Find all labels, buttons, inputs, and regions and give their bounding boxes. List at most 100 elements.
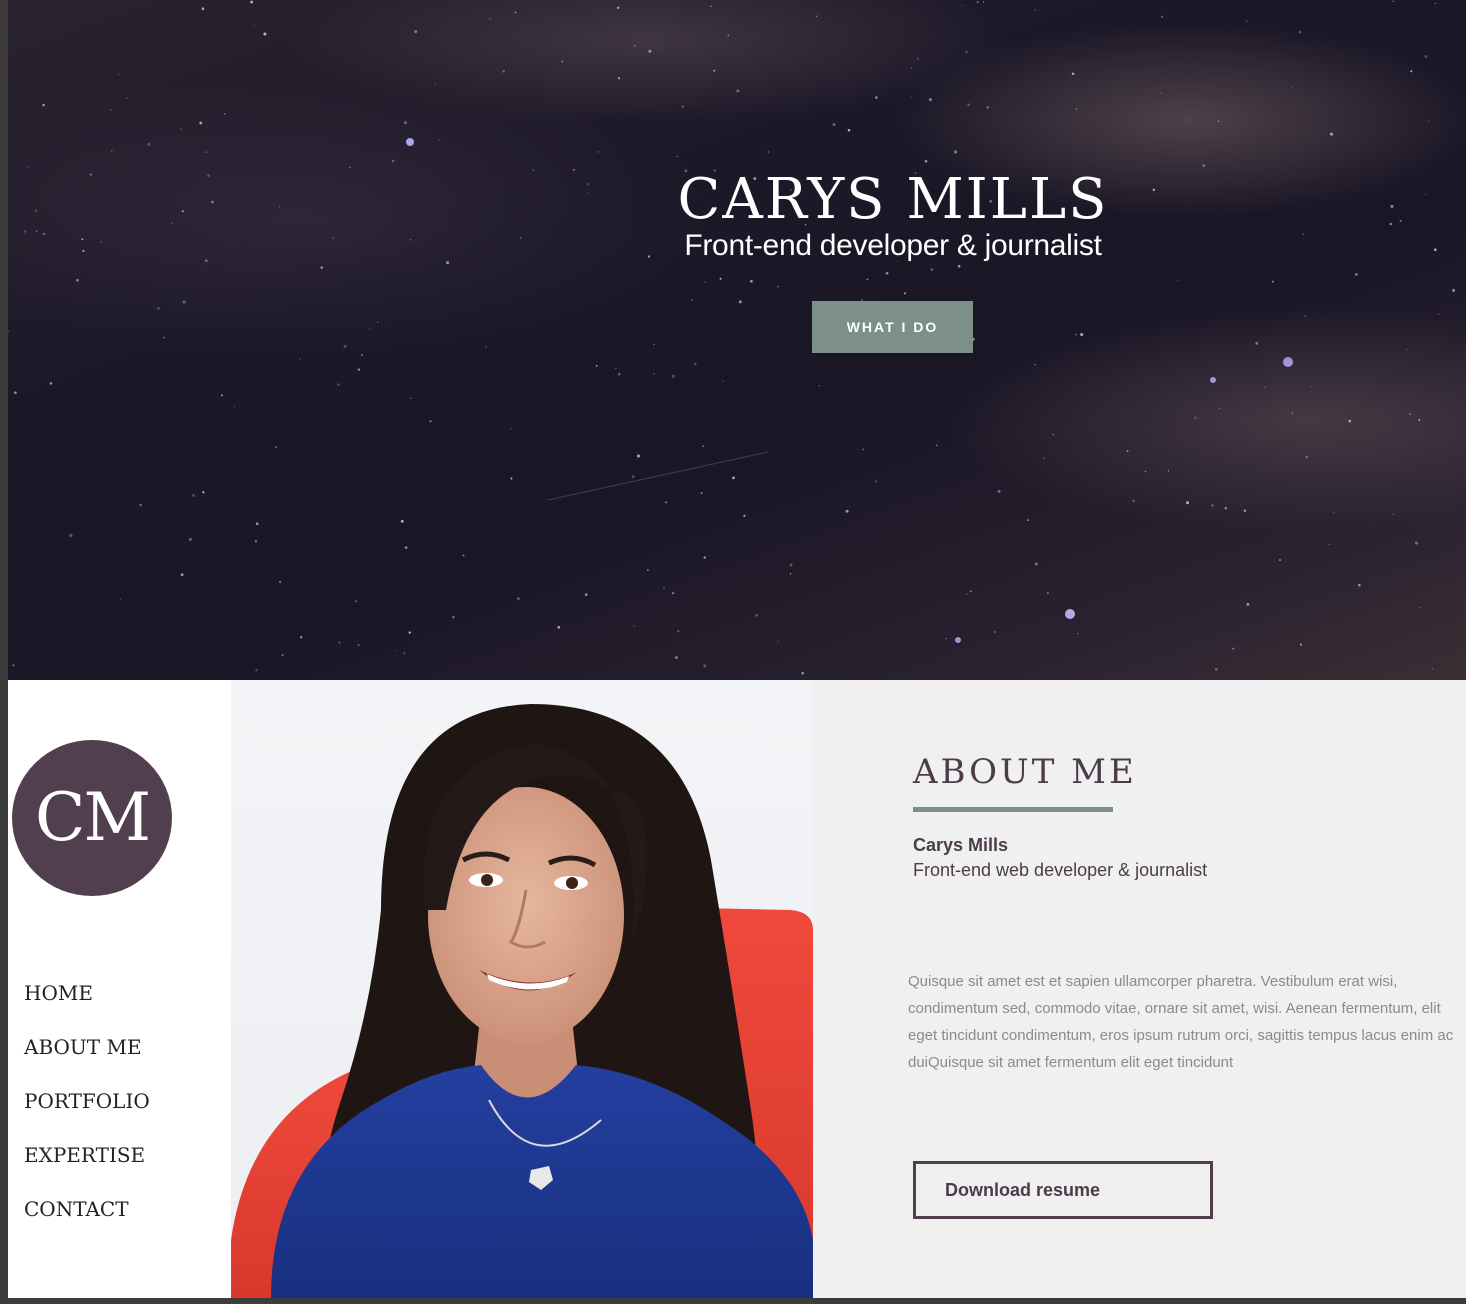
star — [703, 664, 707, 668]
star — [263, 32, 267, 36]
star — [681, 105, 684, 108]
star — [1202, 163, 1206, 168]
nav-link-about[interactable]: ABOUT ME — [24, 1035, 142, 1059]
star — [1434, 2, 1437, 5]
heading-underline — [913, 807, 1113, 812]
star — [789, 563, 793, 567]
star — [14, 391, 17, 395]
star — [1214, 668, 1218, 671]
star — [462, 554, 465, 557]
star — [1052, 433, 1055, 436]
logo-initials: CM — [34, 779, 151, 856]
star — [1224, 506, 1228, 510]
nav-link-contact[interactable]: CONTACT — [24, 1197, 129, 1221]
star — [81, 238, 84, 241]
star — [111, 150, 113, 152]
star — [1194, 416, 1197, 419]
star — [676, 155, 678, 158]
star — [1243, 509, 1247, 512]
star — [633, 625, 635, 627]
star — [965, 593, 968, 596]
star — [1431, 668, 1434, 670]
star — [924, 159, 928, 163]
main-nav: HOME ABOUT ME PORTFOLIO EXPERTISE CONTAC… — [24, 976, 150, 1246]
star — [1300, 643, 1302, 646]
star — [701, 445, 705, 448]
star — [404, 546, 408, 549]
star — [665, 501, 667, 504]
star — [26, 166, 29, 168]
star — [671, 374, 675, 378]
bottom-scrollbar[interactable] — [8, 1298, 1466, 1304]
star — [777, 640, 779, 642]
nav-link-portfolio[interactable]: PORTFOLIO — [24, 1089, 150, 1113]
star — [743, 514, 746, 517]
star — [1304, 315, 1306, 318]
star — [12, 664, 15, 667]
logo-badge[interactable]: CM — [12, 740, 172, 896]
about-name: Carys Mills — [913, 835, 1009, 855]
star — [300, 636, 303, 639]
star — [223, 113, 226, 115]
star — [188, 537, 192, 541]
star — [677, 629, 680, 633]
star — [965, 51, 968, 54]
nav-link-expertise[interactable]: EXPERTISE — [24, 1143, 145, 1167]
star — [1406, 349, 1408, 351]
star — [254, 540, 258, 543]
star — [631, 475, 635, 478]
star — [298, 357, 301, 360]
profile-photo — [231, 680, 813, 1298]
star — [595, 364, 598, 367]
star — [1414, 541, 1418, 545]
nav-link-home[interactable]: HOME — [24, 981, 93, 1005]
star — [377, 321, 379, 323]
star — [648, 49, 652, 53]
star — [1424, 54, 1428, 58]
nav-item-about: ABOUT ME — [24, 1030, 150, 1084]
star — [818, 385, 820, 387]
star — [409, 238, 412, 241]
star — [532, 169, 535, 172]
star — [561, 60, 564, 63]
star — [1161, 15, 1164, 18]
star — [976, 1, 979, 4]
star — [815, 15, 818, 18]
star — [1291, 412, 1294, 414]
star — [207, 174, 210, 177]
star — [49, 382, 53, 385]
star — [961, 4, 963, 6]
star — [916, 57, 919, 60]
star — [930, 268, 934, 271]
star — [1246, 603, 1250, 606]
star — [403, 121, 407, 125]
window-edge — [0, 0, 8, 1304]
star — [674, 656, 678, 660]
star — [320, 266, 323, 269]
star — [157, 306, 160, 310]
what-i-do-button[interactable]: WHAT I DO — [812, 301, 973, 353]
star — [171, 222, 173, 224]
star — [875, 480, 878, 483]
hero-section: CARYS MILLS Front-end developer & journa… — [8, 0, 1466, 680]
star — [1392, 513, 1394, 515]
star — [100, 241, 103, 243]
star — [204, 259, 208, 263]
star — [400, 519, 404, 523]
star — [253, 24, 255, 26]
star — [1409, 413, 1411, 416]
star — [42, 232, 46, 236]
star — [832, 123, 836, 127]
star — [202, 491, 205, 494]
star — [617, 77, 621, 80]
star — [110, 109, 112, 111]
star — [1232, 647, 1235, 650]
star — [281, 654, 284, 656]
star — [1332, 511, 1335, 513]
star — [845, 509, 849, 513]
star — [357, 368, 361, 371]
download-resume-button[interactable]: Download resume — [913, 1161, 1213, 1219]
star — [1392, 0, 1394, 3]
star — [557, 625, 561, 629]
star — [704, 281, 706, 283]
